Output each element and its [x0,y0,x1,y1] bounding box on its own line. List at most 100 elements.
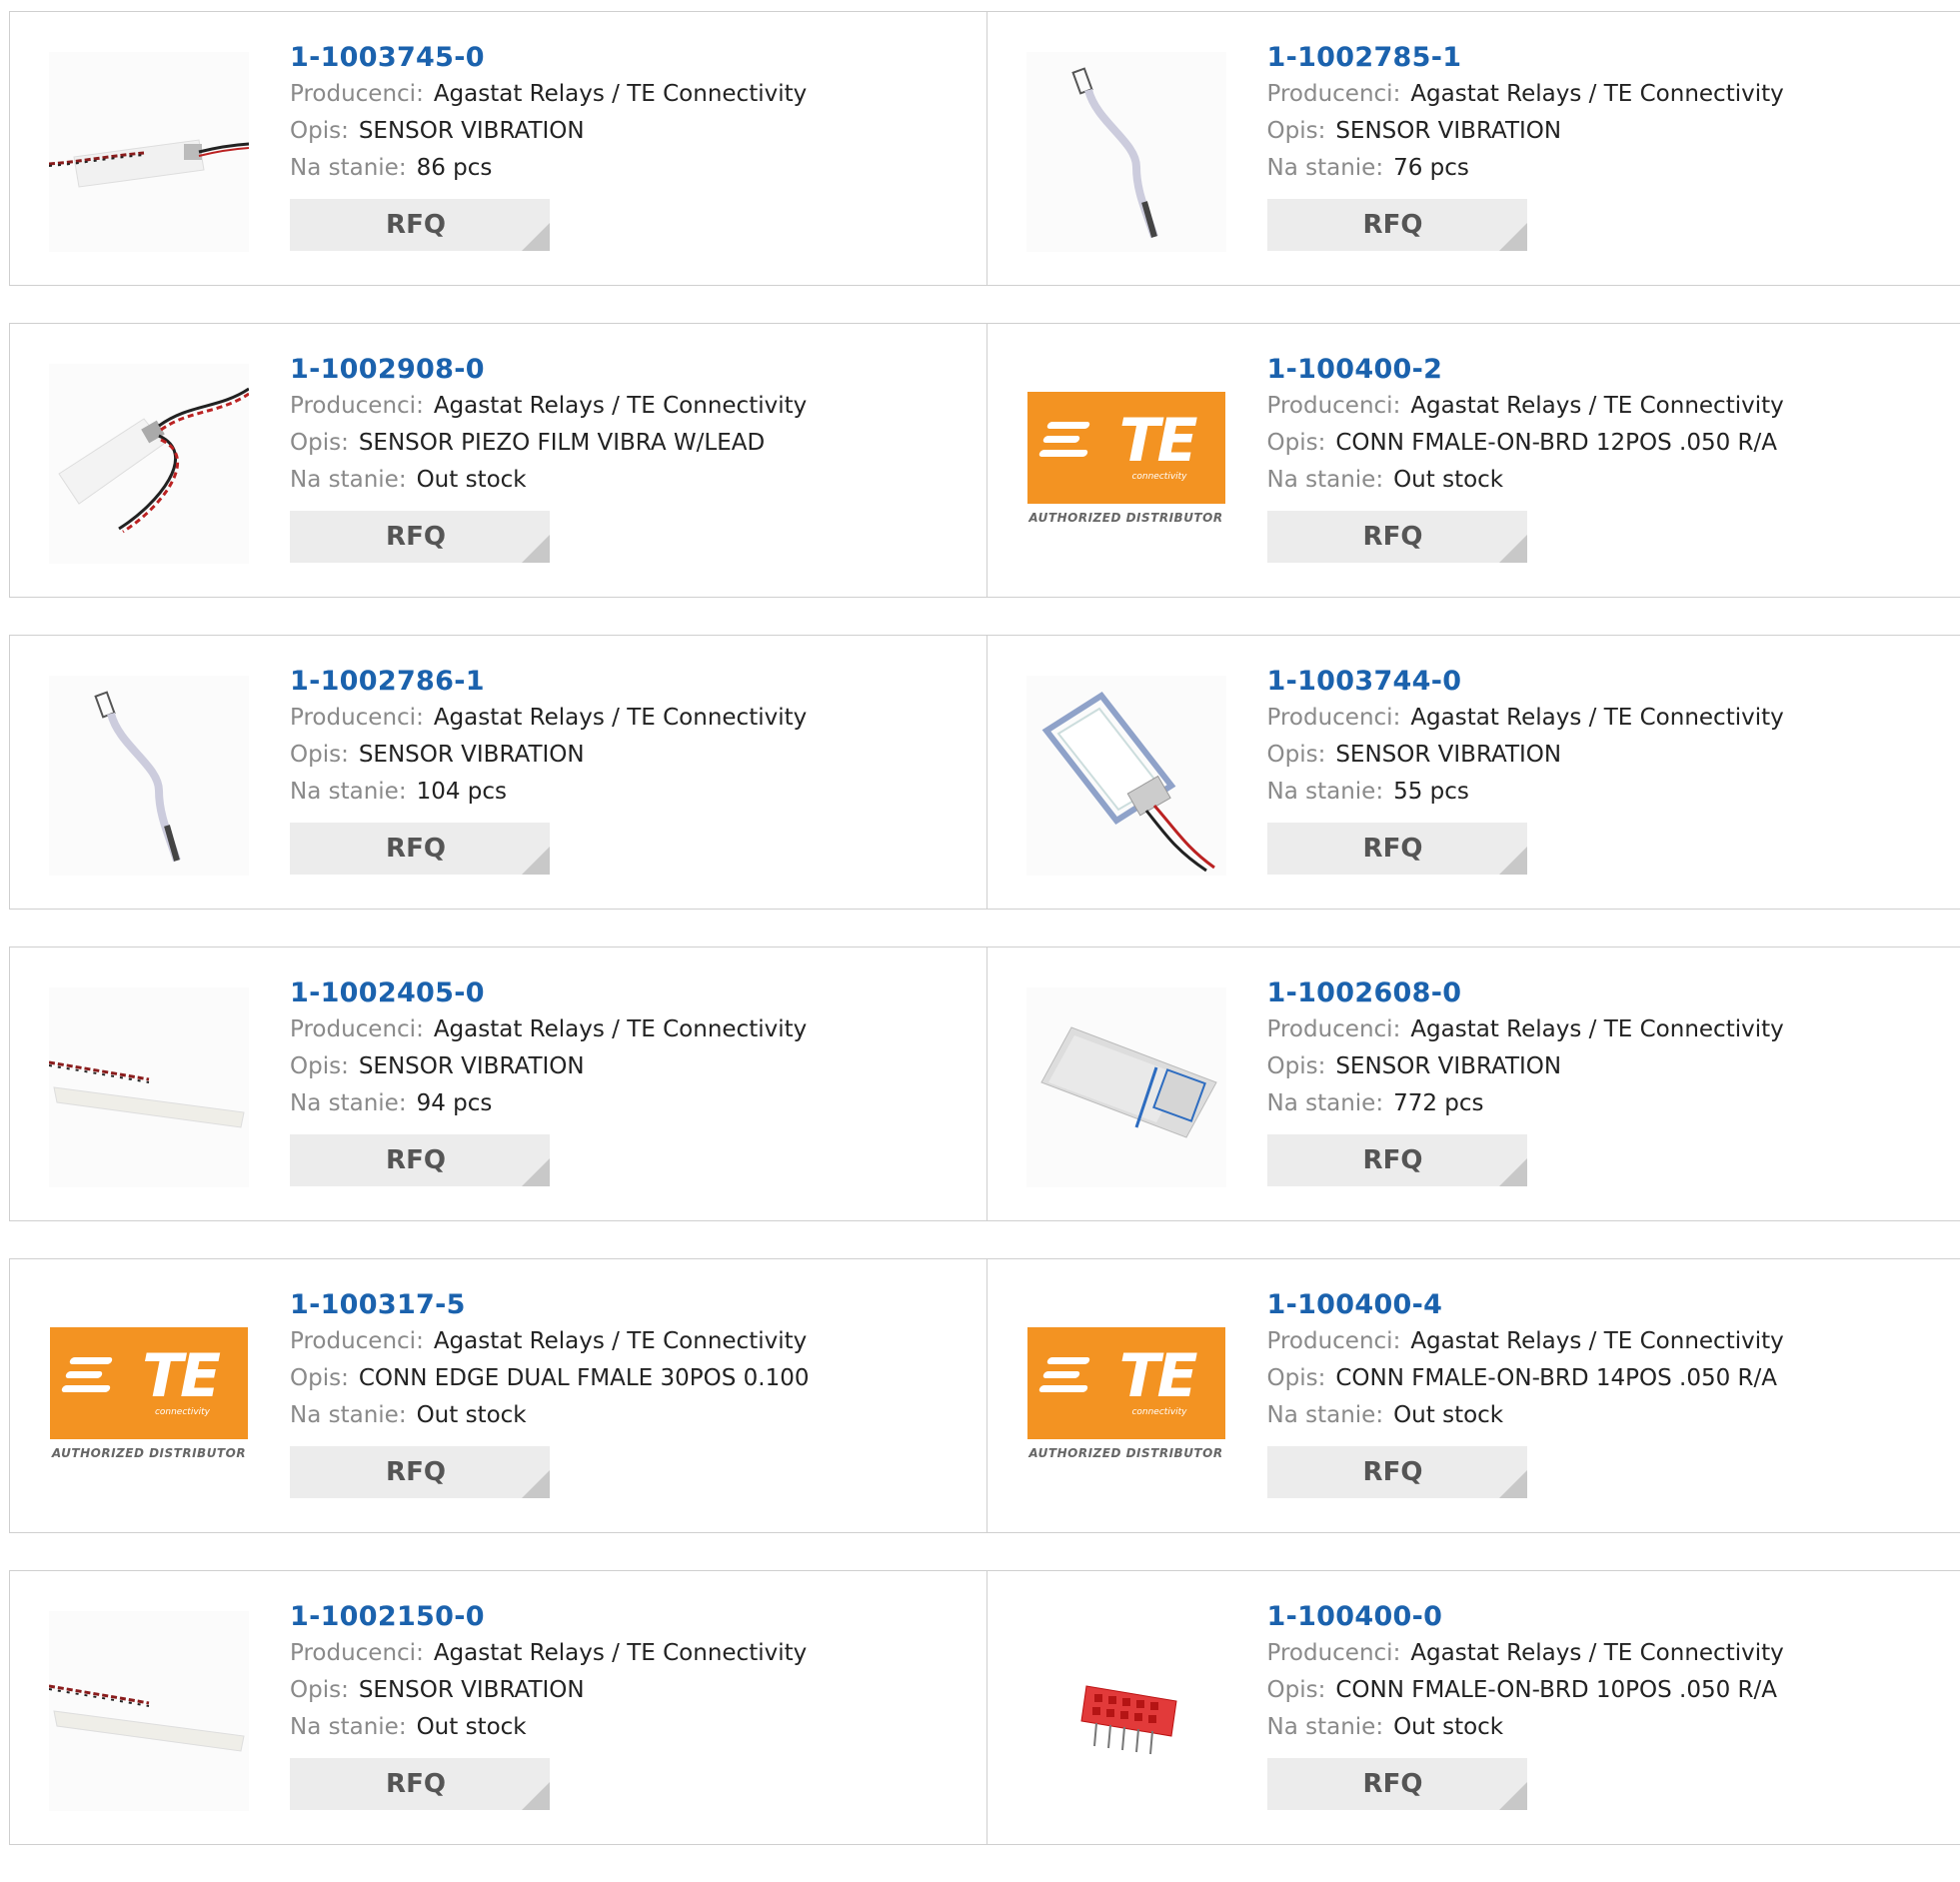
stock-label: Na stanie: [290,779,407,805]
rfq-button[interactable]: RFQ [1267,511,1527,563]
product-thumbnail[interactable] [49,364,249,564]
product-thumbnail[interactable] [49,52,249,252]
stock-row: Na stanie:Out stock [1267,1397,1784,1434]
product-thumbnail[interactable] [1026,987,1226,1187]
part-number-link[interactable]: 1-100317-5 [290,1287,809,1323]
manufacturer-value: Agastat Relays / TE Connectivity [434,1328,807,1354]
description-value: CONN FMALE-ON-BRD 14POS .050 R/A [1335,1365,1777,1391]
product-card: 1-1002608-0 Producenci:Agastat Relays / … [986,947,1960,1220]
product-thumbnail[interactable] [49,676,249,876]
stock-label: Na stanie: [290,155,407,181]
manufacturer-row: Producenci:Agastat Relays / TE Connectiv… [1267,1323,1784,1360]
stock-label: Na stanie: [290,1714,407,1740]
product-row: 1-1002405-0 Producenci:Agastat Relays / … [9,946,1960,1221]
manufacturer-label: Producenci: [290,1328,424,1354]
product-row: 1-1002786-1 Producenci:Agastat Relays / … [9,635,1960,910]
manufacturer-value: Agastat Relays / TE Connectivity [434,81,807,107]
part-number-link[interactable]: 1-100400-2 [1267,352,1784,388]
description-label: Opis: [290,1053,349,1079]
product-info: 1-100400-0 Producenci:Agastat Relays / T… [1267,1599,1784,1810]
product-card: 1-1003744-0 Producenci:Agastat Relays / … [986,636,1960,909]
product-thumbnail[interactable] [1026,676,1226,876]
rfq-button-label: RFQ [386,522,446,552]
rfq-button[interactable]: RFQ [1267,1446,1527,1498]
product-thumbnail[interactable] [1026,1611,1226,1811]
description-row: Opis:CONN FMALE-ON-BRD 12POS .050 R/A [1267,425,1784,462]
rfq-button[interactable]: RFQ [290,823,550,875]
manufacturer-row: Producenci:Agastat Relays / TE Connectiv… [290,388,807,425]
product-row: 1-1003745-0 Producenci:Agastat Relays / … [9,11,1960,286]
manufacturer-label: Producenci: [1267,81,1401,107]
description-value: CONN FMALE-ON-BRD 10POS .050 R/A [1335,1677,1777,1703]
rfq-button[interactable]: RFQ [1267,1758,1527,1810]
rfq-button[interactable]: RFQ [1267,199,1527,251]
corner-decoration [1499,1470,1527,1498]
rfq-button[interactable]: RFQ [1267,823,1527,875]
description-row: Opis: SENSOR VIBRATION [1267,1048,1784,1085]
part-number-link[interactable]: 1-1002608-0 [1267,975,1784,1011]
rfq-button-label: RFQ [386,1457,446,1487]
part-number-link[interactable]: 1-1003745-0 [290,40,807,76]
description-value: SENSOR VIBRATION [1335,1053,1561,1079]
description-label: Opis: [290,1365,349,1391]
part-number-link[interactable]: 1-1002908-0 [290,352,807,388]
stock-value: Out stock [417,1402,527,1428]
description-label: Opis: [1267,1053,1326,1079]
manufacturer-label: Producenci: [1267,1016,1401,1042]
description-value: SENSOR VIBRATION [1335,742,1561,768]
stock-label: Na stanie: [1267,155,1384,181]
part-number-link[interactable]: 1-100400-4 [1267,1287,1784,1323]
part-number-link[interactable]: 1-1003744-0 [1267,664,1784,700]
manufacturer-label: Producenci: [290,705,424,731]
product-image [49,1611,249,1811]
product-row: TE connectivity AUTHORIZED DISTRIBUTOR 1… [9,1258,1960,1533]
corner-decoration [522,1158,550,1186]
rfq-button[interactable]: RFQ [290,511,550,563]
rfq-button[interactable]: RFQ [290,1446,550,1498]
product-thumbnail[interactable] [49,1611,249,1811]
description-label: Opis: [1267,1365,1326,1391]
product-thumbnail[interactable] [49,987,249,1187]
part-number-link[interactable]: 1-1002405-0 [290,975,807,1011]
manufacturer-label: Producenci: [290,1640,424,1666]
rfq-button[interactable]: RFQ [290,1134,550,1186]
stock-label: Na stanie: [1267,1090,1384,1116]
manufacturer-row: Producenci:Agastat Relays / TE Connectiv… [290,76,807,113]
product-card: TE connectivity AUTHORIZED DISTRIBUTOR 1… [986,324,1960,597]
te-logo-text: TE [142,1341,218,1411]
part-number-link[interactable]: 1-1002150-0 [290,1599,807,1635]
product-card: TE connectivity AUTHORIZED DISTRIBUTOR 1… [986,1259,1960,1532]
corner-decoration [522,223,550,251]
part-number-link[interactable]: 1-100400-0 [1267,1599,1784,1635]
stock-label: Na stanie: [290,1090,407,1116]
product-card: 1-100400-0 Producenci:Agastat Relays / T… [986,1571,1960,1844]
part-number-link[interactable]: 1-1002786-1 [290,664,807,700]
product-info: 1-100400-4 Producenci:Agastat Relays / T… [1267,1287,1784,1498]
rfq-button[interactable]: RFQ [290,199,550,251]
rfq-button-label: RFQ [386,834,446,864]
stock-label: Na stanie: [290,1402,407,1428]
product-thumbnail[interactable]: TE connectivity AUTHORIZED DISTRIBUTOR [49,1299,249,1499]
description-label: Opis: [290,742,349,768]
rfq-button[interactable]: RFQ [290,1758,550,1810]
description-value: CONN EDGE DUAL FMALE 30POS 0.100 [359,1365,810,1391]
corner-decoration [1499,847,1527,875]
product-thumbnail[interactable]: TE connectivity AUTHORIZED DISTRIBUTOR [1026,1299,1226,1499]
product-card: 1-1002908-0 Producenci:Agastat Relays / … [10,324,986,597]
stock-value: Out stock [1393,1402,1503,1428]
product-thumbnail[interactable] [1026,52,1226,252]
product-image [49,987,249,1187]
authorized-distributor-text: AUTHORIZED DISTRIBUTOR [52,1446,246,1460]
rfq-button[interactable]: RFQ [1267,1134,1527,1186]
product-info: 1-100400-2 Producenci:Agastat Relays / T… [1267,352,1784,563]
stock-label: Na stanie: [1267,779,1384,805]
manufacturer-label: Producenci: [1267,1640,1401,1666]
product-image [1026,987,1226,1187]
stock-row: Na stanie:Out stock [290,1709,807,1746]
product-info: 1-1003744-0 Producenci:Agastat Relays / … [1267,664,1784,875]
manufacturer-label: Producenci: [290,1016,424,1042]
stock-value: 104 pcs [417,779,507,805]
part-number-link[interactable]: 1-1002785-1 [1267,40,1784,76]
te-logo-text: TE [1119,1341,1195,1411]
product-thumbnail[interactable]: TE connectivity AUTHORIZED DISTRIBUTOR [1026,364,1226,564]
